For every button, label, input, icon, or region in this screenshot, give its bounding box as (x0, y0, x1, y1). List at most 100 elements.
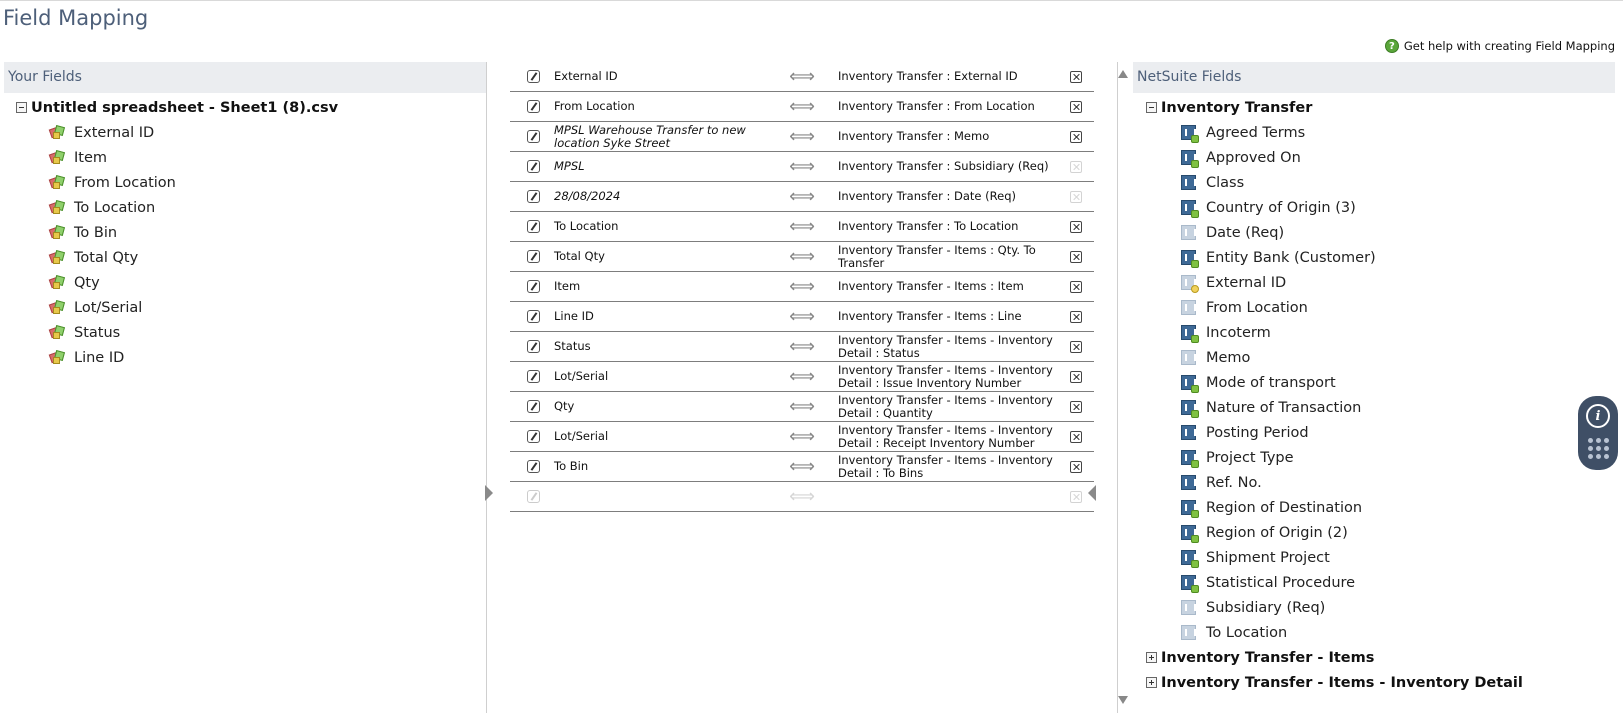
remove-mapping-icon[interactable] (1070, 340, 1082, 353)
your-field-item[interactable]: Status (4, 320, 486, 345)
mapping-row[interactable]: To Location ⟺ Inventory Transfer : To Loca… (510, 212, 1094, 242)
your-field-item[interactable]: Qty (4, 270, 486, 295)
mapping-arrows-icon: ⟺ (789, 186, 815, 207)
your-field-item[interactable]: To Location (4, 195, 486, 220)
remove-mapping-icon[interactable] (1070, 220, 1082, 233)
mapping-row[interactable]: MPSL ⟺ Inventory Transfer : Subsidiary (Re… (510, 152, 1094, 182)
help-link[interactable]: ? Get help with creating Field Mapping (1384, 39, 1615, 53)
remove-mapping-icon[interactable] (1070, 280, 1082, 293)
netsuite-field-item[interactable]: Agreed Terms (1133, 120, 1615, 145)
your-field-item[interactable]: To Bin (4, 220, 486, 245)
edit-icon[interactable] (526, 160, 540, 173)
your-field-item[interactable]: From Location (4, 170, 486, 195)
mapping-row[interactable]: Item ⟺ Inventory Transfer - Items : Item (510, 272, 1094, 302)
your-field-item[interactable]: Total Qty (4, 245, 486, 270)
remove-mapping-icon[interactable] (1070, 490, 1082, 503)
netsuite-field-item[interactable]: Country of Origin (3) (1133, 195, 1615, 220)
remove-mapping-icon[interactable] (1070, 460, 1082, 473)
edit-icon[interactable] (526, 460, 540, 473)
remove-mapping-icon[interactable] (1070, 400, 1082, 413)
mapping-row[interactable]: Lot/Serial ⟺ Inventory Transfer - Items - … (510, 422, 1094, 452)
your-field-item[interactable]: External ID (4, 120, 486, 145)
remove-mapping-icon[interactable] (1070, 370, 1082, 383)
file-tree-root[interactable]: Untitled spreadsheet - Sheet1 (8).csv (4, 95, 486, 120)
netsuite-field-icon (1181, 450, 1199, 468)
edit-icon[interactable] (526, 220, 540, 233)
remove-mapping-icon[interactable] (1070, 130, 1082, 143)
collapse-icon[interactable] (16, 102, 27, 113)
mapping-row[interactable]: Qty ⟺ Inventory Transfer - Items - Invento… (510, 392, 1094, 422)
netsuite-field-item[interactable]: From Location (1133, 295, 1615, 320)
netsuite-field-item[interactable]: Nature of Transaction (1133, 395, 1615, 420)
your-field-item[interactable]: Line ID (4, 345, 486, 370)
netsuite-field-item[interactable]: Date (Req) (1133, 220, 1615, 245)
netsuite-field-item[interactable]: Project Type (1133, 445, 1615, 470)
edit-icon[interactable] (526, 190, 540, 203)
sublist-label: Inventory Transfer - Items - Inventory D… (1161, 674, 1523, 691)
edit-icon[interactable] (526, 400, 540, 413)
remove-mapping-icon[interactable] (1070, 160, 1082, 173)
remove-mapping-icon[interactable] (1070, 100, 1082, 113)
edit-icon[interactable] (526, 130, 540, 143)
edit-icon[interactable] (526, 70, 540, 83)
expand-icon[interactable] (1146, 677, 1157, 688)
record-tree-root[interactable]: Inventory Transfer (1133, 95, 1615, 120)
mapping-row[interactable]: To Bin ⟺ Inventory Transfer - Items - Inve… (510, 452, 1094, 482)
remove-mapping-icon[interactable] (1070, 430, 1082, 443)
mapping-row[interactable]: From Location ⟺ Inventory Transfer : From … (510, 92, 1094, 122)
netsuite-field-item[interactable]: Posting Period (1133, 420, 1615, 445)
mapping-row[interactable]: Total Qty ⟺ Inventory Transfer - Items : Q… (510, 242, 1094, 272)
remove-mapping-icon[interactable] (1070, 250, 1082, 263)
remove-mapping-icon[interactable] (1070, 310, 1082, 323)
netsuite-field-item[interactable]: Subsidiary (Req) (1133, 595, 1615, 620)
edit-icon[interactable] (526, 250, 540, 263)
edit-icon[interactable] (526, 430, 540, 443)
netsuite-field-item[interactable]: Entity Bank (Customer) (1133, 245, 1615, 270)
edit-icon[interactable] (526, 100, 540, 113)
netsuite-field-item[interactable]: Incoterm (1133, 320, 1615, 345)
remove-mapping-icon[interactable] (1070, 70, 1082, 83)
netsuite-field-item[interactable]: Ref. No. (1133, 470, 1615, 495)
grid-dots-icon[interactable] (1587, 438, 1609, 459)
netsuite-field-item[interactable]: Statistical Procedure (1133, 570, 1615, 595)
collapse-icon[interactable] (1146, 102, 1157, 113)
floating-help-widget[interactable]: i (1578, 396, 1618, 470)
mapping-arrows-icon: ⟺ (789, 126, 815, 147)
mapping-row[interactable]: ⟺ (510, 482, 1094, 512)
mapping-row[interactable]: MPSL Warehouse Transfer to new location … (510, 122, 1094, 152)
edit-icon[interactable] (526, 310, 540, 323)
edit-icon[interactable] (526, 340, 540, 353)
netsuite-field-item[interactable]: External ID (1133, 270, 1615, 295)
netsuite-sublist[interactable]: Inventory Transfer - Items (1133, 645, 1615, 670)
netsuite-field-item[interactable]: Mode of transport (1133, 370, 1615, 395)
expand-right-arrow-icon[interactable] (485, 485, 493, 501)
netsuite-field-label: Memo (1206, 349, 1251, 366)
netsuite-field-item[interactable]: Region of Destination (1133, 495, 1615, 520)
edit-icon[interactable] (526, 370, 540, 383)
netsuite-sublist[interactable]: Inventory Transfer - Items - Inventory D… (1133, 670, 1615, 695)
netsuite-field-label: Mode of transport (1206, 374, 1336, 391)
mapping-row[interactable]: 28/08/2024 ⟺ Inventory Transfer : Date (Re… (510, 182, 1094, 212)
scroll-up-icon[interactable] (1118, 70, 1128, 78)
netsuite-field-item[interactable]: Region of Origin (2) (1133, 520, 1615, 545)
mapping-row[interactable]: Lot/Serial ⟺ Inventory Transfer - Items - … (510, 362, 1094, 392)
mapping-row[interactable]: Status ⟺ Inventory Transfer - Items - Inve… (510, 332, 1094, 362)
edit-icon[interactable] (526, 280, 540, 293)
expand-icon[interactable] (1146, 652, 1157, 663)
your-field-item[interactable]: Item (4, 145, 486, 170)
netsuite-field-item[interactable]: Class (1133, 170, 1615, 195)
netsuite-field-icon (1181, 275, 1199, 293)
mapping-source: To Bin (554, 459, 589, 473)
netsuite-field-item[interactable]: To Location (1133, 620, 1615, 645)
info-icon[interactable]: i (1586, 404, 1610, 428)
netsuite-field-item[interactable]: Shipment Project (1133, 545, 1615, 570)
expand-left-arrow-icon[interactable] (1088, 485, 1096, 501)
remove-mapping-icon[interactable] (1070, 190, 1082, 203)
mapping-row[interactable]: External ID ⟺ Inventory Transfer : Externa… (510, 62, 1094, 92)
netsuite-field-item[interactable]: Approved On (1133, 145, 1615, 170)
netsuite-field-item[interactable]: Memo (1133, 345, 1615, 370)
your-field-item[interactable]: Lot/Serial (4, 295, 486, 320)
edit-icon[interactable] (526, 490, 540, 503)
mapping-row[interactable]: Line ID ⟺ Inventory Transfer - Items : Lin… (510, 302, 1094, 332)
scroll-down-icon[interactable] (1118, 696, 1128, 704)
